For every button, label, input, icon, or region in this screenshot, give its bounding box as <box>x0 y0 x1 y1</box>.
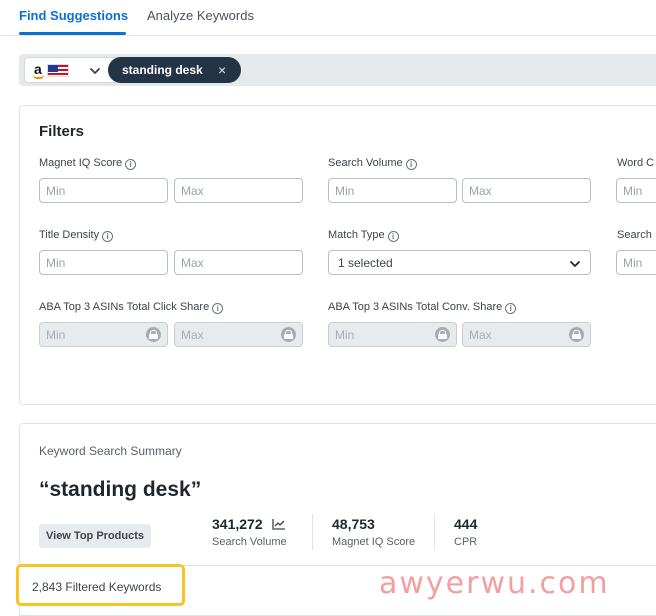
title-density-max-input[interactable]: Max <box>174 250 303 275</box>
match-type-select[interactable]: 1 selected <box>328 250 591 275</box>
tab-analyze-keywords[interactable]: Analyze Keywords <box>147 8 254 23</box>
info-icon[interactable]: i <box>387 231 399 242</box>
view-top-products-button[interactable]: View Top Products <box>39 524 151 548</box>
filtered-keywords-count: 2,843 Filtered Keywords <box>16 564 185 606</box>
amazon-smile-icon <box>33 75 44 79</box>
remove-keyword-icon[interactable]: × <box>218 62 226 78</box>
summary-keyword: “standing desk” <box>39 478 202 501</box>
info-icon[interactable]: i <box>102 231 114 242</box>
aba-conv-share-max-input[interactable]: Max <box>462 322 591 347</box>
active-tab-indicator <box>19 32 126 35</box>
search-volume-max-input[interactable]: Max <box>462 178 591 203</box>
magnet-iq-min-input[interactable]: Min <box>39 178 168 203</box>
tab-find-suggestions[interactable]: Find Suggestions <box>19 8 128 23</box>
metric-cpr: 444 CPR <box>454 516 478 548</box>
filtered-keywords-label: 2,843 Filtered Keywords <box>32 580 162 594</box>
lock-icon <box>569 327 584 342</box>
keyword-search-bar: a standing desk × <box>19 54 656 86</box>
marketplace-selector[interactable]: a <box>24 57 121 83</box>
search-volume-label: Search Volume i <box>328 157 417 170</box>
keyword-chip-label: standing desk <box>122 63 203 77</box>
word-count-min-input[interactable]: Min <box>616 178 656 203</box>
metric-magnet-iq: 48,753 Magnet IQ Score <box>332 516 416 548</box>
info-icon[interactable]: i <box>505 303 517 314</box>
aba-click-share-label: ABA Top 3 ASINs Total Click Share i <box>39 301 224 314</box>
magnet-iq-label: Magnet IQ Score i <box>39 157 137 170</box>
match-type-label: Match Type i <box>328 229 399 242</box>
metric-divider <box>312 514 313 550</box>
keyword-chip: standing desk × <box>108 57 241 83</box>
aba-click-share-max-input[interactable]: Max <box>174 322 303 347</box>
info-icon[interactable]: i <box>125 159 137 170</box>
filters-panel: Filters Magnet IQ Score i Min Max Search … <box>19 105 656 405</box>
magnet-iq-max-input[interactable]: Max <box>174 178 303 203</box>
metric-search-volume: 341,272 Search Volume <box>212 516 287 548</box>
word-count-label: Word C <box>617 157 655 169</box>
lock-icon <box>146 327 161 342</box>
aba-click-share-min-input[interactable]: Min <box>39 322 168 347</box>
title-density-min-input[interactable]: Min <box>39 250 168 275</box>
aba-conv-share-label: ABA Top 3 ASINs Total Conv. Share i <box>328 301 517 314</box>
watermark: awyerwu.com <box>379 566 610 601</box>
trend-chart-icon[interactable] <box>271 518 286 530</box>
info-icon[interactable]: i <box>405 159 417 170</box>
title-density-label: Title Density i <box>39 229 114 242</box>
search-partial-label: Search <box>617 229 652 241</box>
metric-divider <box>434 514 435 550</box>
chevron-down-icon <box>90 68 100 74</box>
us-flag-icon <box>47 64 69 77</box>
info-icon[interactable]: i <box>212 303 224 314</box>
tab-bar: Find Suggestions Analyze Keywords <box>0 0 656 36</box>
search-volume-min-input[interactable]: Min <box>328 178 457 203</box>
chevron-down-icon <box>570 261 580 267</box>
aba-conv-share-min-input[interactable]: Min <box>328 322 457 347</box>
summary-caption: Keyword Search Summary <box>39 444 182 458</box>
lock-icon <box>435 327 450 342</box>
lock-icon <box>281 327 296 342</box>
filters-title: Filters <box>39 123 85 140</box>
match-type-value: 1 selected <box>338 256 393 270</box>
search-partial-min-input[interactable]: Min <box>616 250 656 275</box>
